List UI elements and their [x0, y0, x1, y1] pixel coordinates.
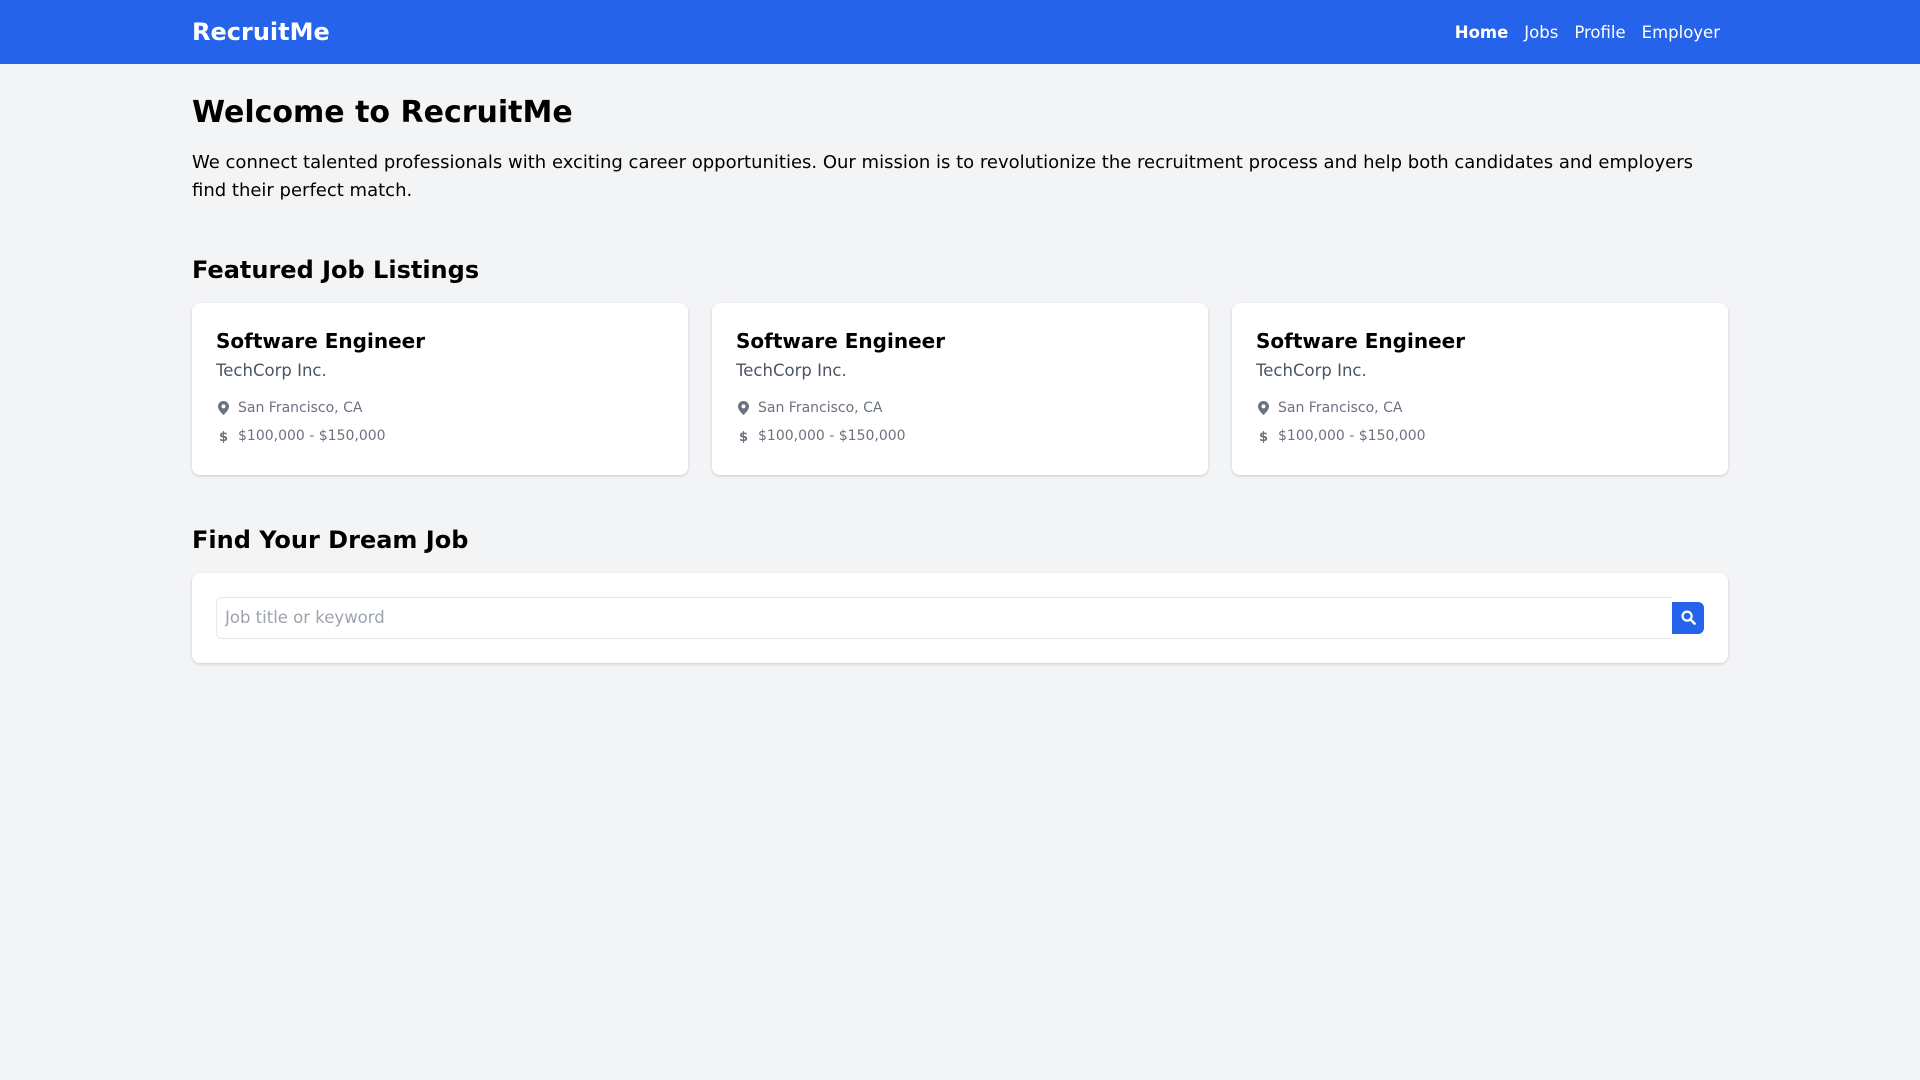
- job-location: San Francisco, CA: [758, 399, 883, 416]
- nav-link-home[interactable]: Home: [1455, 23, 1509, 42]
- dollar-icon: $: [736, 429, 750, 443]
- job-location-row: San Francisco, CA: [1256, 394, 1704, 422]
- nav-link-jobs[interactable]: Jobs: [1524, 23, 1558, 42]
- job-location-row: San Francisco, CA: [216, 394, 664, 422]
- job-location-row: San Francisco, CA: [736, 394, 1184, 422]
- dollar-icon: $: [216, 429, 230, 443]
- dollar-icon: $: [1256, 429, 1270, 443]
- svg-text:$: $: [1259, 430, 1268, 443]
- job-salary-row: $ $100,000 - $150,000: [736, 422, 1184, 450]
- job-location: San Francisco, CA: [238, 399, 363, 416]
- featured-section-title: Featured Job Listings: [192, 256, 480, 284]
- map-marker-icon: [736, 400, 750, 415]
- search-panel: [192, 572, 1728, 663]
- job-salary-row: $ $100,000 - $150,000: [1256, 422, 1704, 450]
- welcome-description: We connect talented professionals with e…: [192, 152, 1693, 201]
- logo[interactable]: RecruitMe: [192, 18, 330, 46]
- job-company: TechCorp Inc.: [216, 360, 327, 380]
- nav-link-employer[interactable]: Employer: [1642, 23, 1720, 42]
- search-button[interactable]: [1672, 601, 1704, 634]
- job-card-list: Software Engineer TechCorp Inc. San Fran…: [192, 302, 1728, 475]
- job-salary: $100,000 - $150,000: [238, 427, 386, 444]
- main-nav: Home Jobs Profile Employer: [1455, 23, 1720, 42]
- job-card[interactable]: Software Engineer TechCorp Inc. San Fran…: [192, 302, 688, 475]
- svg-text:$: $: [219, 430, 228, 443]
- page-title: Welcome to RecruitMe: [192, 95, 573, 130]
- job-card[interactable]: Software Engineer TechCorp Inc. San Fran…: [712, 302, 1208, 475]
- job-salary: $100,000 - $150,000: [1278, 427, 1426, 444]
- search-row: [216, 596, 1704, 639]
- map-marker-icon: [216, 400, 230, 415]
- job-title: Software Engineer: [1256, 328, 1466, 353]
- map-marker-icon: [1256, 400, 1270, 415]
- job-title: Software Engineer: [216, 328, 426, 353]
- job-meta: San Francisco, CA $ $100,000 - $150,000: [736, 394, 1184, 450]
- job-meta: San Francisco, CA $ $100,000 - $150,000: [1256, 394, 1704, 450]
- job-company: TechCorp Inc.: [1256, 360, 1367, 380]
- svg-text:$: $: [739, 430, 748, 443]
- job-salary-row: $ $100,000 - $150,000: [216, 422, 664, 450]
- main-content: Welcome to RecruitMe We connect talented…: [192, 95, 1728, 663]
- search-icon: [1680, 610, 1696, 625]
- job-card[interactable]: Software Engineer TechCorp Inc. San Fran…: [1232, 302, 1728, 475]
- search-input[interactable]: [216, 596, 1672, 639]
- job-location: San Francisco, CA: [1278, 399, 1403, 416]
- job-company: TechCorp Inc.: [736, 360, 847, 380]
- navbar-inner: RecruitMe Home Jobs Profile Employer: [192, 0, 1728, 64]
- nav-link-profile[interactable]: Profile: [1574, 23, 1625, 42]
- search-section-title: Find Your Dream Job: [192, 525, 469, 554]
- job-salary: $100,000 - $150,000: [758, 427, 906, 444]
- job-title: Software Engineer: [736, 328, 946, 353]
- top-navbar: RecruitMe Home Jobs Profile Employer: [0, 0, 1920, 64]
- job-meta: San Francisco, CA $ $100,000 - $150,000: [216, 394, 664, 450]
